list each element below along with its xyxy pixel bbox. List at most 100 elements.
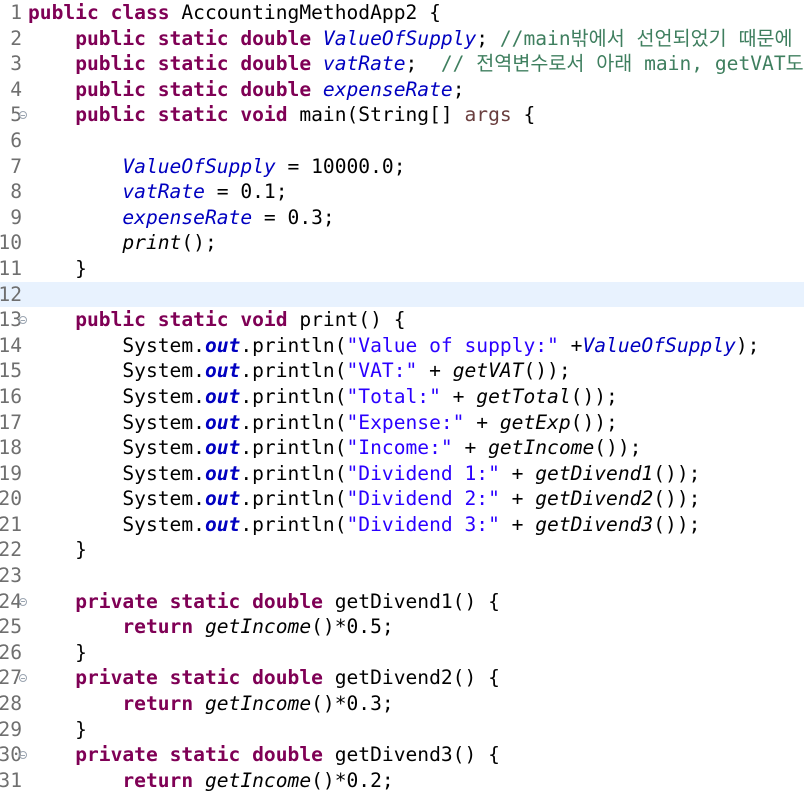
line-number: 12 [0, 282, 22, 306]
code-text: vatRate = 0.1; [28, 179, 287, 205]
code-text: } [28, 537, 87, 563]
code-token: } [28, 538, 87, 562]
line-number: 21 [0, 512, 22, 536]
code-line[interactable]: 27 private static double getDivend2() { [0, 665, 804, 691]
code-token: getDivend2() { [322, 666, 500, 690]
code-line[interactable]: 11 } [0, 256, 804, 282]
method-call: print [122, 231, 182, 255]
code-token: AccountingMethodApp2 { [169, 1, 441, 24]
code-line[interactable]: 28 return getIncome()*0.3; [0, 691, 804, 717]
code-editor[interactable]: 1 public class AccountingMethodApp2 {2 pu… [0, 0, 804, 793]
code-token: = 0.3; [252, 205, 335, 229]
static-field: ValueOfSupply [322, 26, 477, 50]
code-token: System. [28, 512, 205, 536]
code-line[interactable]: 7 ValueOfSupply = 10000.0; [0, 154, 804, 180]
keyword: public [75, 77, 146, 101]
code-text: } [28, 717, 87, 743]
code-line[interactable]: 24 private static double getDivend1() { [0, 589, 804, 615]
code-line[interactable]: 8 vatRate = 0.1; [0, 179, 804, 205]
code-line[interactable]: 17 System.out.println("Expense:" + getEx… [0, 410, 804, 436]
static-field: ValueOfSupply [122, 154, 276, 178]
code-line[interactable]: 23 [0, 563, 804, 589]
keyword: static [157, 77, 229, 101]
static-field: expenseRate [122, 205, 253, 229]
line-gutter: 22 [0, 537, 27, 563]
code-token: ()); [523, 359, 571, 383]
keyword: double [252, 589, 323, 613]
string-literal: "Total:" [346, 384, 441, 408]
code-line[interactable]: 9 expenseRate = 0.3; [0, 205, 804, 231]
line-number: 29 [0, 717, 22, 741]
code-line[interactable]: 25 return getIncome()*0.5; [0, 614, 804, 640]
line-number: 25 [0, 615, 22, 639]
line-number: 11 [0, 256, 22, 280]
code-token: ; [452, 77, 465, 101]
code-line[interactable]: 20 System.out.println("Dividend 2:" + ge… [0, 486, 804, 512]
code-line[interactable]: 3 public static double vatRate; // 전역변수로… [0, 51, 804, 77]
fold-toggle-icon[interactable] [19, 751, 27, 760]
line-number: 8 [10, 180, 22, 204]
out-field: out [204, 359, 241, 383]
line-number: 26 [0, 640, 22, 664]
fold-toggle-icon[interactable] [19, 111, 27, 120]
code-text: private static double getDivend1() { [28, 589, 500, 615]
code-text: System.out.println("VAT:" + getVAT()); [28, 358, 571, 384]
code-line[interactable]: 4 public static double expenseRate; [0, 77, 804, 103]
code-line[interactable]: 26 } [0, 640, 804, 666]
code-token: print() { [287, 308, 406, 332]
code-text: System.out.println("Dividend 2:" + getDi… [28, 486, 700, 512]
code-line[interactable]: 5 public static void main(String[] args … [0, 102, 804, 128]
line-gutter: 17 [0, 410, 27, 436]
code-token: main(String[] [287, 103, 465, 127]
code-line[interactable]: 10 print(); [0, 230, 804, 256]
line-number: 18 [0, 436, 22, 460]
code-token: System. [28, 359, 205, 383]
code-line[interactable]: 18 System.out.println("Income:" + getInc… [0, 435, 804, 461]
code-token: .println( [240, 333, 347, 357]
code-line[interactable]: 30 private static double getDivend3() { [0, 742, 804, 768]
line-gutter: 5 [0, 102, 27, 128]
line-number: 16 [0, 384, 22, 408]
code-token: + [452, 436, 489, 460]
method-call: getDivend1 [535, 461, 654, 485]
fold-toggle-icon[interactable] [19, 597, 27, 606]
code-line[interactable]: 22 } [0, 537, 804, 563]
line-gutter: 1 [0, 0, 27, 26]
code-token: + [464, 410, 500, 434]
code-line[interactable]: 31 return getIncome()*0.2; [0, 768, 804, 793]
code-token: System. [28, 410, 205, 434]
line-gutter: 6 [0, 128, 27, 154]
code-line[interactable]: 14 System.out.println("Value of supply:"… [0, 333, 804, 359]
code-line[interactable]: 21 System.out.println("Dividend 3:" + ge… [0, 512, 804, 538]
fold-toggle-icon[interactable] [19, 316, 27, 325]
code-line[interactable]: 12 [0, 281, 804, 308]
code-token: .println( [240, 487, 347, 511]
code-line[interactable]: 16 System.out.println("Total:" + getTota… [0, 384, 804, 410]
fold-toggle-icon[interactable] [19, 674, 27, 683]
line-number: 1 [10, 1, 22, 24]
line-gutter: 16 [0, 384, 27, 410]
code-line[interactable]: 6 [0, 128, 804, 154]
line-number: 3 [10, 52, 22, 76]
line-gutter: 21 [0, 512, 27, 538]
code-line[interactable]: 15 System.out.println("VAT:" + getVAT())… [0, 358, 804, 384]
code-line[interactable]: 13 public static void print() { [0, 307, 804, 333]
keyword: private [75, 589, 158, 613]
keyword: static [157, 52, 229, 76]
code-line[interactable]: 19 System.out.println("Dividend 1:" + ge… [0, 461, 804, 487]
code-line[interactable]: 2 public static double ValueOfSupply; //… [0, 26, 804, 52]
keyword: public [28, 1, 99, 24]
code-line[interactable]: 1 public class AccountingMethodApp2 { [0, 0, 804, 26]
string-literal: "Dividend 1:" [346, 461, 500, 485]
method-call: getTotal [476, 384, 571, 408]
code-line[interactable]: 29 } [0, 717, 804, 743]
